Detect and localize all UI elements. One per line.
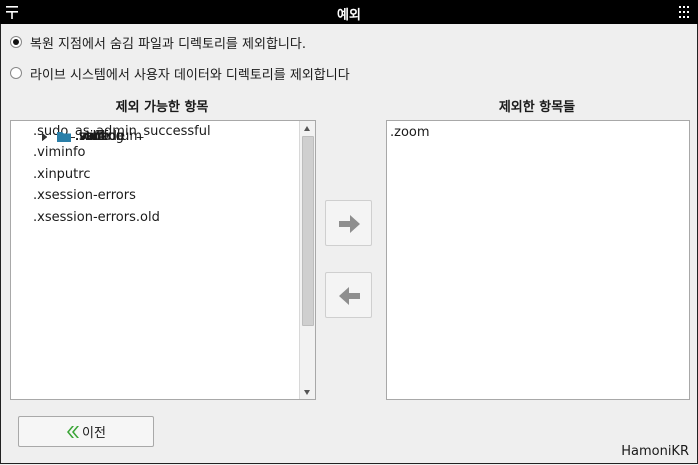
folder-row[interactable]: .wine bbox=[34, 126, 110, 144]
live-option-label: 라이브 시스템에서 사용자 데이터와 디렉토리를 제외합니다 bbox=[30, 67, 350, 83]
double-chevron-left-icon bbox=[67, 425, 80, 438]
title-bar: 예외 bbox=[0, 0, 698, 24]
file-row[interactable]: .xsession-errors.old bbox=[11, 207, 300, 228]
item-label: .wine bbox=[75, 129, 110, 144]
excluded-title: 제외한 항목들 bbox=[498, 100, 576, 115]
exclusions-window: 복원 지점에서 숨김 파일과 디렉토리를 제외합니다. 라이브 시스템에서 사용… bbox=[0, 24, 698, 464]
grid-icon[interactable] bbox=[679, 6, 689, 18]
arrow-left-icon bbox=[339, 287, 360, 305]
file-row[interactable]: .xsession-errors bbox=[11, 185, 300, 206]
remove-exclusion-button[interactable] bbox=[325, 272, 372, 318]
arrow-right-icon bbox=[339, 215, 360, 233]
excludable-title: 제외 가능한 항목 bbox=[115, 100, 209, 115]
excluded-list[interactable]: .zoom bbox=[386, 120, 690, 400]
excludable-rows: .softforum .ssh .sts4 .sudo_as_admin_succes… bbox=[11, 121, 300, 399]
excluded-item[interactable]: .zoom bbox=[390, 122, 430, 142]
live-radio[interactable] bbox=[10, 67, 22, 79]
scrollbar[interactable] bbox=[299, 121, 315, 399]
item-label: .xsession-errors.old bbox=[33, 209, 160, 225]
file-row[interactable]: .sudo_as_admin_successful bbox=[11, 121, 300, 142]
brand-label: HamoniKR bbox=[621, 444, 689, 459]
file-row[interactable]: .viminfo bbox=[11, 142, 300, 163]
restore-option[interactable]: 복원 지점에서 숨김 파일과 디렉토리를 제외합니다. bbox=[10, 33, 306, 52]
add-exclusion-button[interactable] bbox=[325, 200, 372, 246]
item-label: .xinputrc bbox=[33, 166, 91, 182]
folder-icon bbox=[57, 132, 71, 142]
restore-radio[interactable] bbox=[10, 36, 22, 48]
previous-button-label: 이전 bbox=[82, 426, 106, 441]
expand-arrow-icon[interactable] bbox=[42, 133, 47, 141]
scroll-thumb[interactable] bbox=[302, 136, 314, 326]
item-label: .viminfo bbox=[33, 145, 86, 161]
scroll-down-button[interactable] bbox=[300, 385, 315, 399]
item-label: .xsession-errors bbox=[33, 188, 136, 204]
restore-option-label: 복원 지점에서 숨김 파일과 디렉토리를 제외합니다. bbox=[30, 36, 306, 52]
scroll-up-button[interactable] bbox=[300, 121, 315, 135]
previous-button[interactable]: 이전 bbox=[18, 416, 154, 447]
excludable-list[interactable]: .softforum .ssh .sts4 .sudo_as_admin_succes… bbox=[10, 120, 316, 400]
window-title: 예외 bbox=[337, 8, 361, 23]
file-row[interactable]: .xinputrc bbox=[11, 164, 300, 185]
live-option[interactable]: 라이브 시스템에서 사용자 데이터와 디렉토리를 제외합니다 bbox=[10, 64, 350, 83]
